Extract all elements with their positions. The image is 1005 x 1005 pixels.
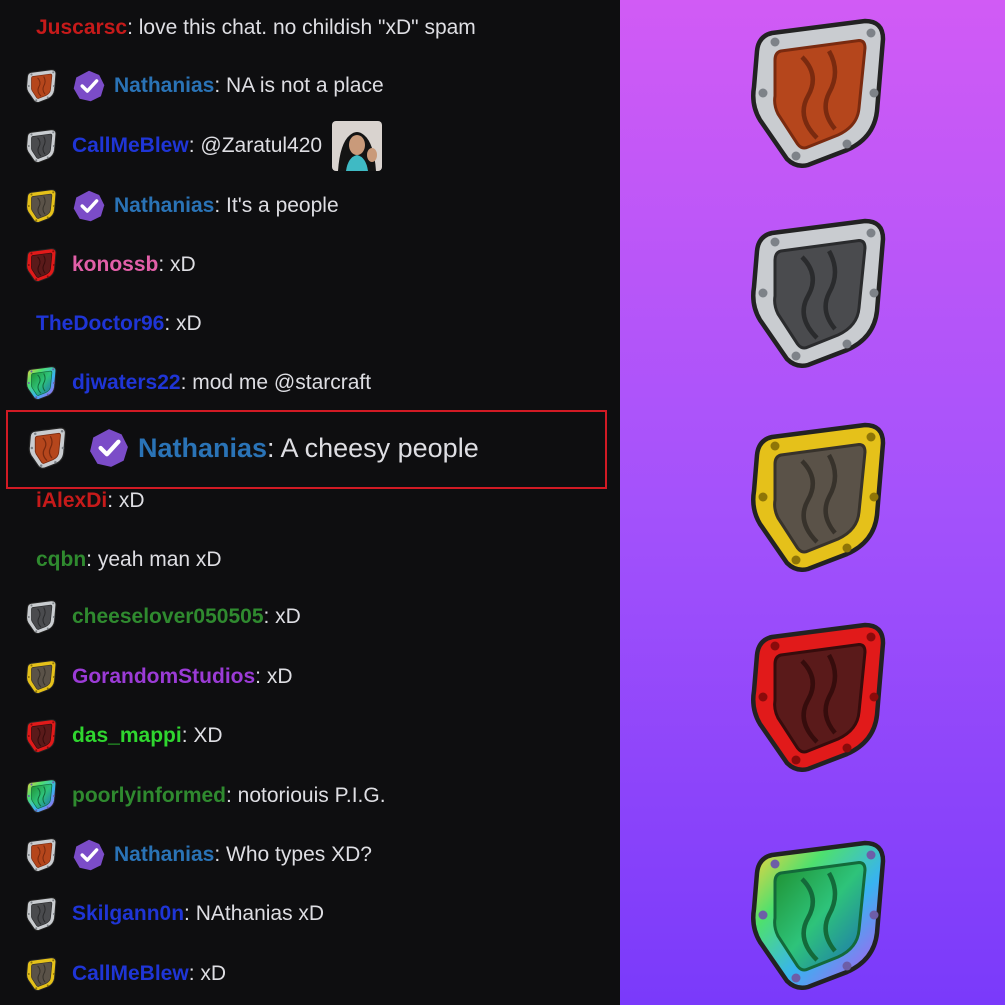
chat-message: djwaters22: mod me @starcraft: [24, 363, 371, 403]
chat-message-list: Juscarsc: love this chat. no childish "x…: [0, 0, 620, 1005]
chat-message-text: : xD: [188, 962, 227, 985]
chat-message: GorandomStudios: xD: [24, 657, 293, 697]
bronze-shield-icon[interactable]: [24, 69, 58, 103]
silver-shield-icon[interactable]: [24, 897, 58, 931]
chat-message-text: : xD: [263, 605, 301, 628]
chat-username[interactable]: TheDoctor96: [36, 312, 164, 336]
chat-message-text: : notoriouis P.I.G.: [226, 784, 386, 807]
chat-username[interactable]: GorandomStudios: [72, 665, 255, 689]
chat-username[interactable]: CallMeBlew: [72, 134, 189, 158]
chat-username[interactable]: Nathanias: [114, 74, 214, 98]
chat-message-text: : yeah man xD: [86, 548, 222, 571]
chat-message: Skilgann0n: NAthanias xD: [24, 894, 324, 934]
chat-message: cqbn: yeah man xD: [36, 540, 222, 580]
silver-shield-icon[interactable]: [24, 129, 58, 163]
chat-message-text: : It's a people: [214, 194, 339, 217]
verified-badge-icon[interactable]: [72, 189, 106, 223]
gold-shield-icon[interactable]: [24, 189, 58, 223]
chat-message: Nathanias: It's a people: [24, 186, 339, 226]
red-shield-icon: [742, 622, 892, 772]
verified-badge-icon[interactable]: [72, 69, 106, 103]
red-shield-icon[interactable]: [24, 248, 58, 282]
chat-username[interactable]: Nathanias: [114, 194, 214, 218]
chat-username[interactable]: das_mappi: [72, 724, 182, 748]
chat-message: CallMeBlew: xD: [24, 954, 226, 994]
red-shield-icon[interactable]: [24, 719, 58, 753]
chat-username[interactable]: Skilgann0n: [72, 902, 184, 926]
highlight-box: [6, 410, 607, 489]
chat-message: Juscarsc: love this chat. no childish "x…: [36, 8, 476, 48]
rainbow-shield-icon[interactable]: [24, 366, 58, 400]
chat-message: poorlyinformed: notoriouis P.I.G.: [24, 776, 386, 816]
chat-username[interactable]: Nathanias: [114, 843, 214, 867]
rainbow-shield-icon: [742, 840, 892, 990]
chat-message: das_mappi: XD: [24, 716, 223, 756]
silver-shield-icon: [742, 218, 892, 368]
chat-message-text: : xD: [164, 312, 202, 335]
gold-shield-icon: [742, 422, 892, 572]
chat-message-text: : love this chat. no childish "xD" spam: [127, 16, 476, 39]
chat-message: cheeselover050505: xD: [24, 597, 301, 637]
gold-shield-icon[interactable]: [24, 957, 58, 991]
rainbow-shield-icon[interactable]: [24, 779, 58, 813]
chat-message-text: : NAthanias xD: [184, 902, 325, 925]
chat-username[interactable]: cqbn: [36, 548, 86, 572]
chat-username[interactable]: djwaters22: [72, 371, 181, 395]
wave-emote-icon: [332, 121, 383, 171]
chat-message-text: : @Zaratul420: [188, 134, 323, 157]
silver-shield-icon[interactable]: [24, 600, 58, 634]
chat-message: CallMeBlew: @Zaratul420: [24, 121, 383, 171]
chat-username[interactable]: cheeselover050505: [72, 605, 264, 629]
gold-shield-icon[interactable]: [24, 660, 58, 694]
chat-message: Nathanias: Who types XD?: [24, 835, 372, 875]
bronze-shield-icon[interactable]: [24, 838, 58, 872]
chat-message-text: : XD: [181, 724, 223, 747]
chat-message: Nathanias: NA is not a place: [24, 66, 384, 106]
chat-username[interactable]: konossb: [72, 253, 158, 277]
badge-showcase-panel: [620, 0, 1005, 1005]
chat-message: TheDoctor96: xD: [36, 304, 202, 344]
chat-panel: Juscarsc: love this chat. no childish "x…: [0, 0, 620, 1005]
chat-username[interactable]: poorlyinformed: [72, 784, 226, 808]
verified-badge-icon[interactable]: [72, 838, 106, 872]
chat-message-text: : mod me @starcraft: [180, 371, 372, 394]
chat-message-text: : xD: [255, 665, 293, 688]
bronze-shield-icon: [742, 18, 892, 168]
chat-username[interactable]: Juscarsc: [36, 16, 127, 40]
chat-message-text: : xD: [107, 489, 145, 512]
chat-message-text: : NA is not a place: [214, 74, 384, 97]
chat-message-text: : Who types XD?: [214, 843, 372, 866]
chat-message: konossb: xD: [24, 245, 196, 285]
chat-username[interactable]: iAlexDi: [36, 489, 107, 513]
chat-username[interactable]: CallMeBlew: [72, 962, 189, 986]
chat-message-text: : xD: [158, 253, 196, 276]
